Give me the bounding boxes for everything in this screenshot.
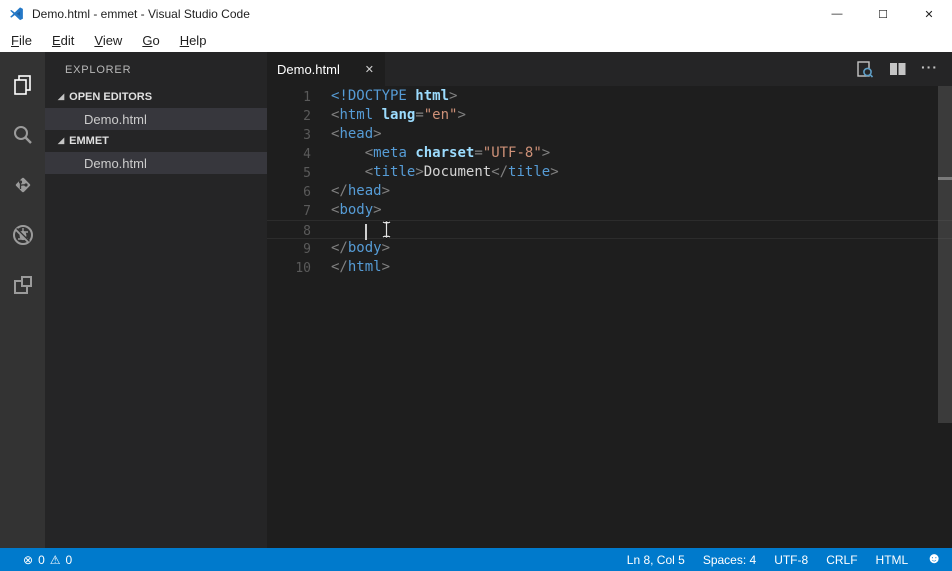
code-text: <meta charset="UTF-8"> xyxy=(364,145,551,161)
file-item-demo.html[interactable]: Demo.html xyxy=(45,108,267,130)
menu-item-view[interactable]: View xyxy=(84,31,132,50)
code-text: </body> xyxy=(331,240,391,256)
maximize-button[interactable]: ☐ xyxy=(860,0,906,28)
indentation-setting[interactable]: Spaces: 4 xyxy=(703,553,756,567)
code-text: <html lang="en"> xyxy=(331,107,466,123)
code-line-2[interactable]: 2 <html lang="en"> xyxy=(267,106,952,125)
code-line-9[interactable]: 9 </body> xyxy=(267,239,952,258)
extensions-icon[interactable] xyxy=(0,260,45,310)
close-button[interactable]: ✕ xyxy=(906,0,952,28)
line-number[interactable]: 6 xyxy=(267,182,311,201)
section-header-emmet[interactable]: ◢ EMMET xyxy=(45,130,267,152)
code-line-10[interactable]: 10 </html> xyxy=(267,258,952,277)
debug-icon[interactable] xyxy=(0,210,45,260)
search-icon[interactable] xyxy=(0,110,45,160)
vscode-logo-icon xyxy=(10,6,23,20)
activity-bar xyxy=(0,52,45,548)
eol-sequence[interactable]: CRLF xyxy=(826,553,857,567)
sidebar-title: EXPLORER xyxy=(65,64,132,76)
code-text: <body> xyxy=(331,202,382,218)
minimize-button[interactable]: — xyxy=(814,0,860,28)
code-line-5[interactable]: 5 <title>Document</title> xyxy=(267,163,952,182)
explorer-icon[interactable] xyxy=(0,60,45,110)
line-number[interactable]: 7 xyxy=(267,201,311,220)
line-number[interactable]: 1 xyxy=(267,87,311,106)
line-number[interactable]: 5 xyxy=(267,163,311,182)
language-mode[interactable]: HTML xyxy=(876,553,909,567)
code-text xyxy=(311,221,367,240)
line-number[interactable]: 2 xyxy=(267,106,311,125)
errors-icon[interactable]: ⊗ xyxy=(23,553,33,567)
code-line-1[interactable]: 1 <!DOCTYPE html> xyxy=(267,87,952,106)
code-line-3[interactable]: 3 <head> xyxy=(267,125,952,144)
line-number[interactable]: 10 xyxy=(267,258,311,277)
split-editor-icon[interactable] xyxy=(888,61,907,77)
title-bar: Demo.html - emmet - Visual Studio Code —… xyxy=(0,0,952,28)
explorer-sidebar: EXPLORER ◢ OPEN EDITORS Demo.html ◢ EMMET Dem… xyxy=(45,52,267,548)
twisty-icon: ◢ xyxy=(58,91,65,101)
tab-close-icon[interactable]: ✕ xyxy=(362,61,377,78)
menu-item-help[interactable]: Help xyxy=(170,31,217,50)
line-number[interactable]: 4 xyxy=(267,144,311,163)
menu-bar: File Edit View Go Help xyxy=(0,28,952,52)
code-line-4[interactable]: 4 <meta charset="UTF-8"> xyxy=(267,144,952,163)
errors-count[interactable]: 0 xyxy=(38,553,45,567)
file-encoding[interactable]: UTF-8 xyxy=(774,553,808,567)
status-bar: ⊗ 0 ⚠ 0 Ln 8, Col 5 Spaces: 4 UTF-8 CRLF… xyxy=(0,548,952,571)
code-text: </html> xyxy=(331,259,391,275)
window-title: Demo.html - emmet - Visual Studio Code xyxy=(32,7,250,21)
file-item-demo.html[interactable]: Demo.html xyxy=(45,152,267,174)
mouse-ibeam-cursor xyxy=(382,220,391,239)
tab-label: Demo.html xyxy=(277,61,340,77)
warnings-count[interactable]: 0 xyxy=(66,553,73,567)
feedback-smiley-icon[interactable]: ☻ xyxy=(926,551,942,566)
tab-bar: Demo.html ✕ ··· xyxy=(267,52,952,86)
code-line-6[interactable]: 6 </head> xyxy=(267,182,952,201)
code-line-7[interactable]: 7 <body> xyxy=(267,201,952,220)
line-number[interactable]: 3 xyxy=(267,125,311,144)
source-control-icon[interactable] xyxy=(0,160,45,210)
editor-scrollbar[interactable] xyxy=(938,86,952,423)
code-text: <head> xyxy=(331,126,382,142)
cursor-position[interactable]: Ln 8, Col 5 xyxy=(627,553,685,567)
more-actions-icon[interactable]: ··· xyxy=(921,59,938,75)
menu-item-go[interactable]: Go xyxy=(132,31,169,50)
code-text: </head> xyxy=(331,183,391,199)
menu-item-file[interactable]: File xyxy=(1,31,42,50)
overview-ruler-cursor-marker xyxy=(938,177,952,180)
code-text: <!DOCTYPE html> xyxy=(331,88,458,104)
menu-item-edit[interactable]: Edit xyxy=(42,31,84,50)
text-caret xyxy=(364,224,367,240)
editor-group: Demo.html ✕ ··· 1 <!DOCTYPE html> 2 <html l… xyxy=(267,52,952,548)
line-number[interactable]: 9 xyxy=(267,239,311,258)
open-preview-icon[interactable] xyxy=(855,60,874,79)
code-editor[interactable]: 1 <!DOCTYPE html> 2 <html lang="en"> 3 <head>… xyxy=(267,86,952,548)
code-line-8[interactable]: 8 xyxy=(267,220,952,240)
tab-demo-html[interactable]: Demo.html ✕ xyxy=(267,52,385,86)
code-text: <title>Document</title> xyxy=(364,164,559,180)
twisty-icon: ◢ xyxy=(58,135,65,145)
warnings-icon[interactable]: ⚠ xyxy=(50,553,61,567)
section-header-open-editors[interactable]: ◢ OPEN EDITORS xyxy=(45,86,267,108)
line-number[interactable]: 8 xyxy=(267,221,311,239)
